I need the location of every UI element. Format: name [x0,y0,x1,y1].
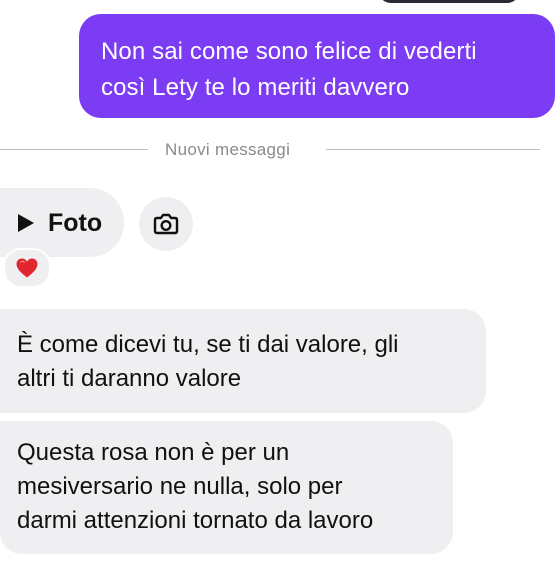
heart-reaction[interactable] [3,248,51,288]
photo-pill-label: Foto [48,208,103,237]
incoming-message-text: Questa rosa non è per un mesiversario ne… [17,439,374,534]
incoming-message-bubble[interactable]: Questa rosa non è per un mesiversario ne… [0,421,453,554]
outgoing-message-bubble[interactable]: Non sai come sono felice di vederti così… [79,14,555,118]
incoming-message-bubble[interactable]: È come dicevi tu, se ti dai valore, gli … [0,309,486,413]
photo-view-once-pill[interactable]: Foto [0,188,124,257]
divider-label: Nuovi messaggi [165,140,291,159]
heart-icon [16,258,38,278]
camera-icon [153,213,179,235]
camera-button[interactable] [139,197,193,251]
divider-line-right [326,149,540,150]
play-icon [18,213,34,232]
outgoing-message-text: Non sai come sono felice di vederti così… [101,38,477,101]
incoming-message-text: È come dicevi tu, se ti dai valore, gli … [17,331,399,392]
previous-message-edge [378,0,520,3]
divider-line-left [0,149,148,150]
new-messages-divider: Nuovi messaggi [0,139,540,161]
